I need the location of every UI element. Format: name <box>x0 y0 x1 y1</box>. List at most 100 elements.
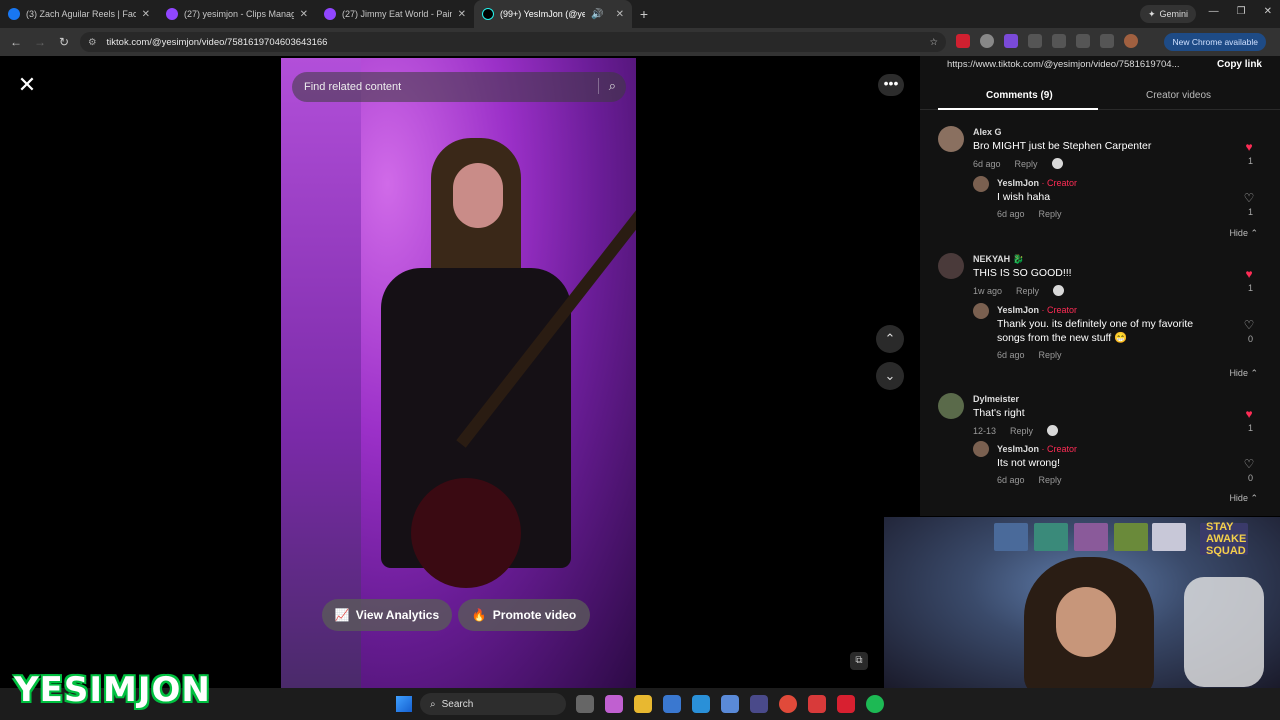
like-count: 1 <box>1247 207 1253 217</box>
avatar[interactable] <box>938 393 964 419</box>
taskbar-apps <box>576 695 884 713</box>
browser-tab-clips-manager[interactable]: (27) yesimjon - Clips Manager ✕ <box>158 0 316 28</box>
like-heart-icon[interactable]: ♥ <box>1242 267 1256 281</box>
like-count: 0 <box>1247 473 1253 483</box>
hide-replies-button[interactable]: Hide ⌃ <box>1229 368 1258 379</box>
reload-icon[interactable]: ↻ <box>52 35 76 49</box>
active-tab-indicator <box>938 108 1098 110</box>
hide-replies-button[interactable]: Hide ⌃ <box>1229 493 1258 504</box>
promote-video-button[interactable]: 🔥 Promote video <box>458 599 590 631</box>
download-icon[interactable] <box>1076 34 1090 48</box>
store-icon[interactable] <box>663 695 681 713</box>
close-tab-icon[interactable]: ✕ <box>458 9 466 20</box>
minimize-icon[interactable]: — <box>1209 6 1219 17</box>
reply-button[interactable]: Reply <box>1039 209 1062 219</box>
reply-button[interactable]: Reply <box>1015 159 1038 169</box>
extension-icon[interactable] <box>980 34 994 48</box>
copy-link-button[interactable]: Copy link <box>1217 59 1262 70</box>
reply-button[interactable]: Reply <box>1039 350 1062 360</box>
avatar[interactable] <box>938 253 964 279</box>
close-tab-icon[interactable]: ✕ <box>142 9 150 20</box>
view-analytics-label: View Analytics <box>355 608 440 622</box>
forward-icon[interactable]: → <box>28 35 52 49</box>
close-tab-icon[interactable]: ✕ <box>300 9 308 20</box>
app-icon[interactable] <box>721 695 739 713</box>
address-bar[interactable]: ⚙ tiktok.com/@yesimjon/video/75816197046… <box>80 32 946 52</box>
chrome-icon[interactable] <box>779 695 797 713</box>
task-view-icon[interactable] <box>576 695 594 713</box>
comment-text: Bro MIGHT just be Stephen Carpenter <box>973 140 1152 152</box>
like-heart-icon[interactable]: ♥ <box>1242 140 1256 154</box>
previous-video-button[interactable]: ⌃ <box>876 325 904 353</box>
speaker-icon[interactable]: 🔊 <box>591 9 603 20</box>
sidebar-icon[interactable] <box>1052 34 1066 48</box>
extension-icon[interactable] <box>1004 34 1018 48</box>
hide-replies-button[interactable]: Hide ⌃ <box>1229 228 1258 239</box>
share-url: https://www.tiktok.com/@yesimjon/video/7… <box>947 59 1180 70</box>
close-video-button[interactable]: ✕ <box>14 72 40 98</box>
reply-author[interactable]: YesImJon · Creator <box>997 444 1077 454</box>
new-chrome-available-button[interactable]: New Chrome available <box>1164 33 1266 51</box>
extension-icon[interactable] <box>956 34 970 48</box>
maps-icon[interactable] <box>808 695 826 713</box>
more-options-button[interactable]: ••• <box>878 74 904 96</box>
app-icon[interactable] <box>750 695 768 713</box>
tab-title: (27) Jimmy Eat World - Pain - Tw <box>342 9 452 19</box>
browser-tab-facebook[interactable]: (3) Zach Aguilar Reels | Facebook ✕ <box>0 0 158 28</box>
copilot-icon[interactable] <box>605 695 623 713</box>
reply-button[interactable]: Reply <box>1039 475 1062 485</box>
new-tab-button[interactable]: + <box>632 6 656 22</box>
mail-icon[interactable] <box>692 695 710 713</box>
profile-avatar-icon[interactable] <box>1124 34 1138 48</box>
related-content-search[interactable]: Find related content ⌕ <box>292 72 626 102</box>
video-player[interactable]: Find related content ⌕ 📈 View Analytics … <box>281 58 636 688</box>
avatar[interactable] <box>973 303 989 319</box>
creator-tag: · Creator <box>1041 444 1078 454</box>
poster-text: STAY AWAKE SQUAD <box>1206 521 1247 557</box>
tab-creator-videos[interactable]: Creator videos <box>1146 90 1211 101</box>
bookmark-star-icon[interactable]: ☆ <box>929 37 938 48</box>
windows-start-icon[interactable] <box>396 696 412 712</box>
avatar[interactable] <box>973 176 989 192</box>
video-background <box>281 58 361 688</box>
reply-button[interactable]: Reply <box>1016 286 1039 296</box>
browser-tab-tiktok[interactable]: (99+) YesImJon (@yesimjon) 🔊 ✕ <box>474 0 632 28</box>
search-icon[interactable]: ⌕ <box>597 78 616 94</box>
avatar[interactable] <box>938 126 964 152</box>
file-explorer-icon[interactable] <box>634 695 652 713</box>
like-heart-icon[interactable]: ♥ <box>1242 407 1256 421</box>
comment-meta: 12-13 Reply <box>973 425 1059 436</box>
app-icon[interactable] <box>837 695 855 713</box>
creator-liked-avatar <box>1047 425 1059 436</box>
view-analytics-button[interactable]: 📈 View Analytics <box>322 599 452 631</box>
creator-liked-avatar <box>1051 158 1063 169</box>
next-video-button[interactable]: ⌄ <box>876 362 904 390</box>
tab-comments[interactable]: Comments (9) <box>986 90 1053 101</box>
like-heart-icon[interactable]: ♡ <box>1242 318 1256 332</box>
browser-tab-jimmy-eat-world[interactable]: (27) Jimmy Eat World - Pain - Tw ✕ <box>316 0 474 28</box>
miniplayer-icon[interactable]: ⧉ <box>850 652 868 670</box>
reply-time: 6d ago <box>997 209 1025 219</box>
puzzle-icon[interactable] <box>1028 34 1042 48</box>
back-icon[interactable]: ← <box>4 35 28 49</box>
reply-button[interactable]: Reply <box>1010 426 1033 436</box>
avatar[interactable] <box>973 441 989 457</box>
comment-author[interactable]: Dylmeister <box>973 394 1019 404</box>
media-icon[interactable] <box>1100 34 1114 48</box>
search-icon: ⌕ <box>430 698 436 710</box>
comment-author[interactable]: NEKYAH 🐉 <box>973 254 1024 265</box>
gemini-label: Gemini <box>1159 9 1188 19</box>
maximize-icon[interactable]: ❐ <box>1237 6 1246 17</box>
close-window-icon[interactable]: ✕ <box>1264 6 1272 17</box>
close-tab-icon[interactable]: ✕ <box>616 9 624 20</box>
reply-author[interactable]: YesImJon · Creator <box>997 178 1077 188</box>
gemini-button[interactable]: ✦ Gemini <box>1139 5 1196 23</box>
reply-author[interactable]: YesImJon · Creator <box>997 305 1077 315</box>
comment-author[interactable]: Alex G <box>973 127 1002 137</box>
site-info-icon[interactable]: ⚙ <box>88 37 97 48</box>
spotify-icon[interactable] <box>866 695 884 713</box>
like-heart-icon[interactable]: ♡ <box>1242 191 1256 205</box>
like-heart-icon[interactable]: ♡ <box>1242 457 1256 471</box>
taskbar-search[interactable]: ⌕ Search <box>420 693 566 715</box>
tab-title: (3) Zach Aguilar Reels | Facebook <box>26 9 136 19</box>
